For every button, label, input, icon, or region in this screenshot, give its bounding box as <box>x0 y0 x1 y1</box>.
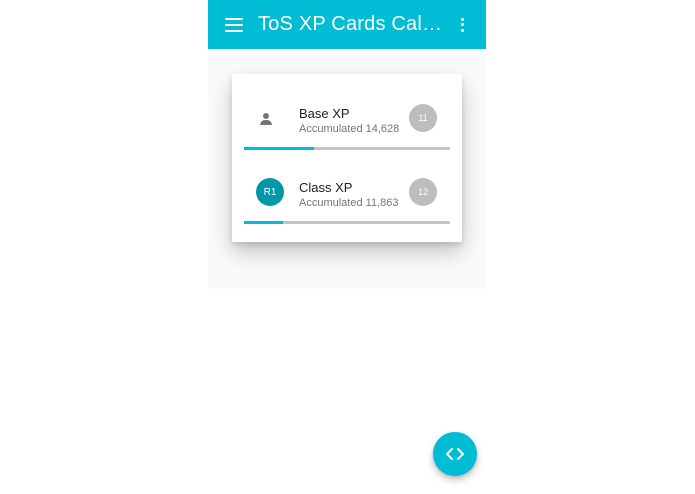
base-xp-accumulated: Accumulated 14,628 <box>299 123 400 135</box>
class-xp-progress-bar <box>244 221 450 224</box>
class-xp-progress-fill <box>244 221 284 224</box>
base-xp-progress-fill <box>244 147 315 150</box>
base-xp-title: Base XP <box>299 106 350 121</box>
page: ToS XP Cards Calc… Base XP Accumulated 1… <box>0 0 695 494</box>
code-icon <box>446 448 464 460</box>
class-xp-title: Class XP <box>299 180 353 195</box>
rank-avatar: R1 <box>256 178 284 206</box>
menu-icon[interactable] <box>225 17 243 32</box>
base-level-badge[interactable]: 11 <box>409 104 437 132</box>
class-xp-accumulated: Accumulated 11,863 <box>299 197 399 209</box>
more-vert-icon[interactable] <box>460 17 464 32</box>
class-level-badge[interactable]: 12 <box>409 178 437 206</box>
code-fab-button[interactable] <box>433 432 477 476</box>
base-xp-row: Base XP Accumulated 14,628 11 <box>232 74 462 150</box>
app-bar: ToS XP Cards Calc… <box>208 0 486 49</box>
base-xp-progress-bar <box>244 147 450 150</box>
xp-card: Base XP Accumulated 14,628 11 R1 Class X… <box>232 74 462 242</box>
app-title: ToS XP Cards Calc… <box>258 13 443 35</box>
person-icon <box>255 108 277 130</box>
